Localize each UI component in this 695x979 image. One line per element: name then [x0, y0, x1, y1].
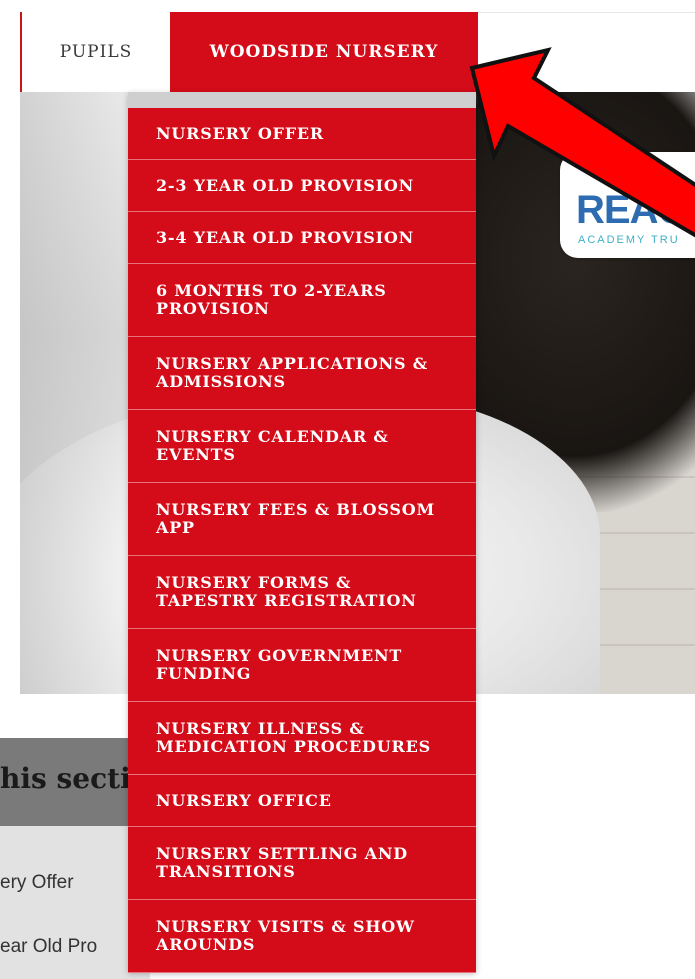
- menu-item-government-funding[interactable]: NURSERY GOVERNMENT FUNDING: [128, 629, 476, 702]
- menu-item-visits-show-arounds[interactable]: NURSERY VISITS & SHOW AROUNDS: [128, 900, 476, 973]
- menu-item-3-4-year-old-provision[interactable]: 3-4 YEAR OLD PROVISION: [128, 212, 476, 264]
- menu-item-nursery-office[interactable]: NURSERY OFFICE: [128, 775, 476, 827]
- menu-item-applications-admissions[interactable]: NURSERY APPLICATIONS & ADMISSIONS: [128, 337, 476, 410]
- woodside-nursery-dropdown: NURSERY OFFER 2-3 YEAR OLD PROVISION 3-4…: [128, 92, 476, 973]
- trust-logo[interactable]: REAC ACADEMY TRU: [560, 152, 695, 258]
- menu-item-calendar-events[interactable]: NURSERY CALENDAR & EVENTS: [128, 410, 476, 483]
- menu-item-6-months-provision[interactable]: 6 MONTHS TO 2-YEARS PROVISION: [128, 264, 476, 337]
- menu-item-forms-tapestry[interactable]: NURSERY FORMS & TAPESTRY REGISTRATION: [128, 556, 476, 629]
- menu-item-illness-medication[interactable]: NURSERY ILLNESS & MEDICATION PROCEDURES: [128, 702, 476, 775]
- nav-tab-pupils[interactable]: PUPILS: [20, 12, 170, 92]
- nav-divider: [478, 12, 695, 13]
- menu-item-nursery-offer[interactable]: NURSERY OFFER: [128, 108, 476, 160]
- menu-item-fees-blossom-app[interactable]: NURSERY FEES & BLOSSOM APP: [128, 483, 476, 556]
- menu-item-2-3-year-old-provision[interactable]: 2-3 YEAR OLD PROVISION: [128, 160, 476, 212]
- logo-subtext: ACADEMY TRU: [578, 234, 680, 246]
- menu-item-settling-transitions[interactable]: NURSERY SETTLING AND TRANSITIONS: [128, 827, 476, 900]
- nav-tab-woodside-nursery[interactable]: WOODSIDE NURSERY: [170, 12, 478, 92]
- logo-wordmark: REAC: [576, 188, 686, 232]
- hero-shade: [20, 92, 140, 694]
- top-navigation: PUPILS WOODSIDE NURSERY: [20, 12, 478, 92]
